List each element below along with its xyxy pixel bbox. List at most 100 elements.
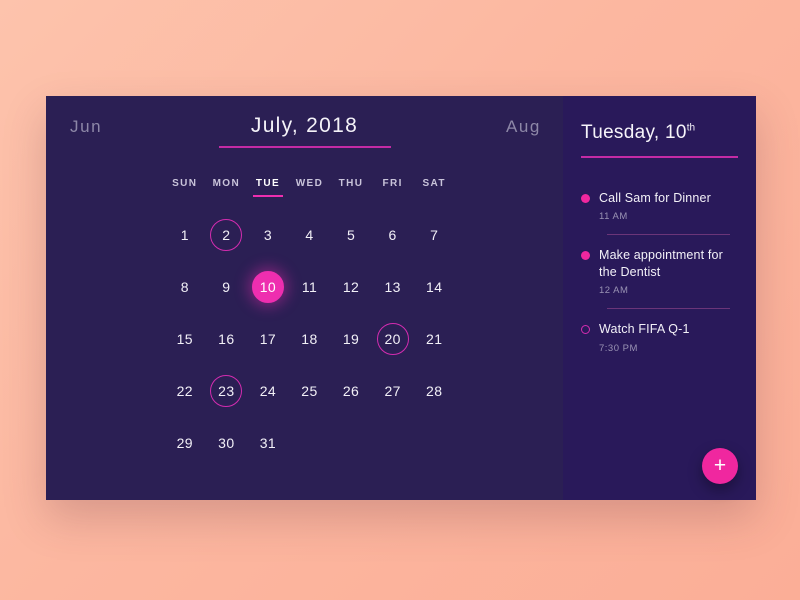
day-13[interactable]: 13: [377, 271, 409, 303]
month-title-group: July, 2018: [218, 114, 391, 148]
day-cell: 10: [247, 261, 289, 313]
day-cell: 20: [372, 313, 414, 365]
add-event-button[interactable]: +: [702, 448, 738, 484]
day-cell: 18: [289, 313, 331, 365]
day-20[interactable]: 20: [376, 323, 409, 355]
weekday-wed[interactable]: WED: [289, 178, 331, 197]
day-cell: 24: [247, 365, 289, 417]
event-bullet-filled-icon[interactable]: [581, 251, 590, 260]
day-21[interactable]: 21: [418, 323, 450, 355]
day-cell: 29: [164, 417, 206, 469]
day-cell: 31: [247, 417, 289, 469]
calendar-header: Jun July, 2018 Aug: [46, 96, 563, 158]
event-time: 12 AM: [599, 285, 629, 296]
event-bullet-hollow-icon[interactable]: [581, 325, 590, 334]
plus-icon: +: [713, 453, 727, 477]
day-28[interactable]: 28: [418, 375, 450, 407]
day-cell: 7: [413, 209, 455, 261]
day-cell: 1: [164, 209, 206, 261]
day-7[interactable]: 7: [418, 219, 450, 251]
day-25[interactable]: 25: [293, 375, 325, 407]
day-10[interactable]: 10: [251, 271, 284, 303]
event-date-heading: Tuesday, 10th: [563, 122, 756, 144]
day-cell: 6: [372, 209, 414, 261]
event-separator: [607, 234, 730, 235]
day-cell: 17: [247, 313, 289, 365]
day-24[interactable]: 24: [252, 375, 284, 407]
day-6[interactable]: 6: [377, 219, 409, 251]
event-bullet-filled-icon[interactable]: [581, 193, 590, 203]
day-1[interactable]: 1: [169, 219, 201, 251]
event-item[interactable]: Watch FIFA Q-1 7:30 PM: [563, 321, 756, 354]
calendar-card: Jun July, 2018 Aug SUN MON TUE WED THU FRI SAT…: [46, 96, 756, 500]
day-29[interactable]: 29: [169, 427, 201, 459]
day-8[interactable]: 8: [169, 271, 201, 303]
event-title: Call Sam for Dinner: [599, 190, 711, 205]
prev-month-button[interactable]: Jun: [70, 117, 102, 137]
day-cell: 27: [372, 365, 414, 417]
day-14[interactable]: 14: [418, 271, 450, 303]
day-cell: 25: [289, 365, 331, 417]
event-time: 7:30 PM: [599, 342, 638, 354]
day-cell: 11: [289, 261, 331, 313]
weekday-thu[interactable]: THU: [330, 178, 372, 197]
event-date-ordinal-suffix: th: [686, 122, 696, 134]
day-31[interactable]: 31: [252, 427, 284, 459]
day-cell: 26: [330, 365, 372, 417]
next-month-button[interactable]: Aug: [506, 117, 541, 137]
event-title: Watch FIFA Q-1: [599, 322, 690, 336]
day-18[interactable]: 18: [293, 323, 325, 355]
weekday-sat[interactable]: SAT: [413, 178, 455, 197]
weekday-fri[interactable]: FRI: [372, 178, 414, 197]
day-2[interactable]: 2: [210, 219, 243, 251]
day-9[interactable]: 9: [210, 271, 242, 303]
event-main: Make appointment for the Dentist: [581, 247, 742, 280]
day-cell: 19: [330, 313, 372, 365]
day-cell: 30: [206, 417, 248, 469]
day-cell: 9: [206, 261, 248, 313]
day-cell: 12: [330, 261, 372, 313]
day-grid: 1 2 3 4 5 6 7 8 9 10 11 12 13 14 15 16 17 18 19 20 21 22 23 24 2…: [46, 197, 563, 469]
day-15[interactable]: 15: [169, 323, 201, 355]
day-27[interactable]: 27: [377, 375, 409, 407]
weekday-tue[interactable]: TUE: [247, 178, 289, 197]
day-3[interactable]: 3: [252, 219, 284, 251]
day-19[interactable]: 19: [335, 323, 367, 355]
month-title: July, 2018: [250, 114, 359, 137]
event-title: Make appointment for the Dentist: [599, 248, 723, 279]
event-list: Call Sam for Dinner 11 AM Make appointment…: [563, 190, 756, 354]
day-cell: 16: [206, 313, 248, 365]
day-cell: 23: [206, 365, 248, 417]
weekday-mon[interactable]: MON: [206, 178, 248, 197]
event-main: Call Sam for Dinner: [581, 190, 742, 207]
day-cell: 3: [247, 209, 289, 261]
weekday-sun[interactable]: SUN: [164, 178, 206, 197]
events-panel: Tuesday, 10th Call Sam for Dinner 11 AM Ma…: [563, 96, 756, 500]
day-cell: 4: [289, 209, 331, 261]
day-cell: 14: [413, 261, 455, 313]
day-cell: 22: [164, 365, 206, 417]
event-item[interactable]: Call Sam for Dinner 11 AM: [563, 190, 756, 222]
event-main: Watch FIFA Q-1: [581, 321, 742, 338]
day-cell: 21: [413, 313, 455, 365]
day-23[interactable]: 23: [210, 375, 243, 407]
day-4[interactable]: 4: [293, 219, 325, 251]
day-17[interactable]: 17: [252, 323, 284, 355]
day-5[interactable]: 5: [335, 219, 367, 251]
day-cell: 8: [164, 261, 206, 313]
day-22[interactable]: 22: [169, 375, 201, 407]
event-date-text: Tuesday, 10: [581, 122, 687, 143]
day-12[interactable]: 12: [335, 271, 367, 303]
day-16[interactable]: 16: [210, 323, 242, 355]
day-11[interactable]: 11: [293, 271, 325, 303]
day-cell: 5: [330, 209, 372, 261]
day-cell: 28: [413, 365, 455, 417]
day-26[interactable]: 26: [335, 375, 367, 407]
event-time: 11 AM: [599, 211, 628, 222]
day-30[interactable]: 30: [210, 427, 242, 459]
calendar-panel: Jun July, 2018 Aug SUN MON TUE WED THU FRI SAT…: [46, 96, 563, 500]
month-title-underline: [218, 146, 391, 148]
event-item[interactable]: Make appointment for the Dentist 12 AM: [563, 247, 756, 296]
day-cell: 2: [206, 209, 248, 261]
event-separator: [607, 308, 730, 309]
